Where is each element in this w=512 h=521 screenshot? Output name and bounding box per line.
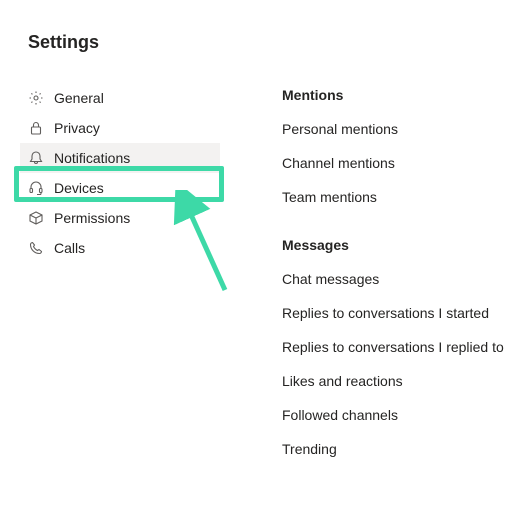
sidebar-item-label: Privacy xyxy=(54,120,100,136)
sidebar-item-label: Permissions xyxy=(54,210,130,226)
sidebar-item-label: General xyxy=(54,90,104,106)
setting-chat-messages[interactable]: Chat messages xyxy=(282,271,504,287)
setting-followed-channels[interactable]: Followed channels xyxy=(282,407,504,423)
settings-main: Mentions Personal mentions Channel menti… xyxy=(220,83,504,475)
setting-team-mentions[interactable]: Team mentions xyxy=(282,189,504,205)
setting-personal-mentions[interactable]: Personal mentions xyxy=(282,121,504,137)
sidebar-item-privacy[interactable]: Privacy xyxy=(20,113,220,143)
sidebar-item-devices[interactable]: Devices xyxy=(20,173,220,203)
section-header-messages: Messages xyxy=(282,237,504,253)
phone-icon xyxy=(28,240,44,256)
sidebar-item-calls[interactable]: Calls xyxy=(20,233,220,263)
bell-icon xyxy=(28,150,44,166)
setting-replies-replied[interactable]: Replies to conversations I replied to xyxy=(282,339,504,355)
settings-sidebar: General Privacy Notifications xyxy=(20,83,220,475)
package-icon xyxy=(28,210,44,226)
sidebar-item-permissions[interactable]: Permissions xyxy=(20,203,220,233)
sidebar-item-general[interactable]: General xyxy=(20,83,220,113)
setting-replies-started[interactable]: Replies to conversations I started xyxy=(282,305,504,321)
sidebar-item-notifications[interactable]: Notifications xyxy=(20,143,220,173)
sidebar-item-label: Notifications xyxy=(54,150,130,166)
headset-icon xyxy=(28,180,44,196)
gear-icon xyxy=(28,90,44,106)
sidebar-item-label: Calls xyxy=(54,240,85,256)
page-title: Settings xyxy=(0,0,512,53)
setting-channel-mentions[interactable]: Channel mentions xyxy=(282,155,504,171)
sidebar-item-label: Devices xyxy=(54,180,104,196)
setting-likes-reactions[interactable]: Likes and reactions xyxy=(282,373,504,389)
section-header-mentions: Mentions xyxy=(282,87,504,103)
lock-icon xyxy=(28,120,44,136)
setting-trending[interactable]: Trending xyxy=(282,441,504,457)
